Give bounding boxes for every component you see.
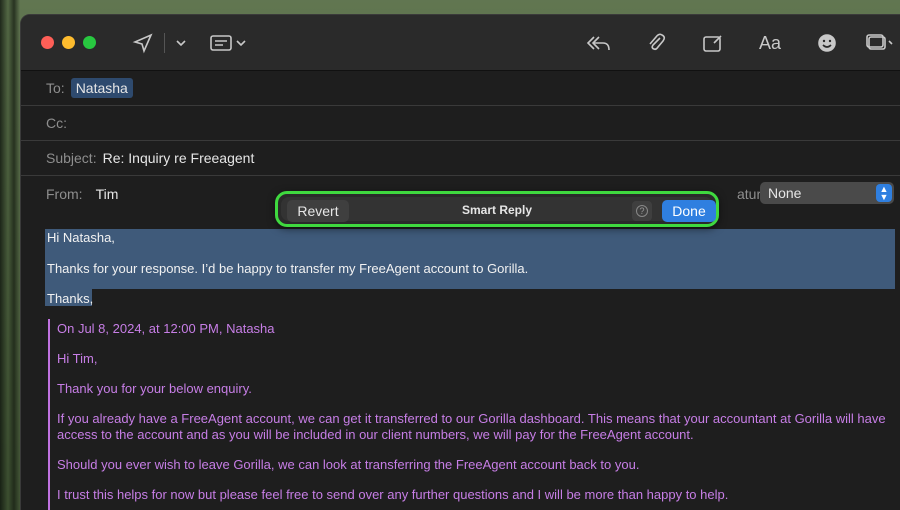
emoji-icon[interactable]: [815, 29, 839, 57]
attachment-icon[interactable]: [643, 29, 669, 57]
close-window-button[interactable]: [41, 36, 54, 49]
smart-reply-panel: Smart Reply Revert ? Done: [281, 197, 716, 222]
markup-icon[interactable]: [699, 29, 727, 57]
photo-browser-icon[interactable]: [863, 29, 897, 57]
quote-paragraph: Thank you for your below enquiry.: [57, 381, 252, 396]
compose-window: Aa To: Natasha Cc: Subject: Re: Inquiry …: [20, 14, 900, 510]
signature-value: None: [768, 185, 802, 201]
quote-bar: [48, 319, 50, 510]
signature-select[interactable]: None ▲ ▼: [760, 182, 894, 204]
subject-field[interactable]: Re: Inquiry re Freeagent: [103, 150, 255, 166]
done-button[interactable]: Done: [662, 200, 716, 222]
toolbar: Aa: [21, 15, 900, 71]
reply-closing: Thanks,: [47, 291, 94, 306]
reply-line: Thanks for your response. I’d be happy t…: [47, 261, 529, 276]
recipient-token[interactable]: Natasha: [70, 78, 133, 98]
from-selector[interactable]: Tim: [96, 186, 119, 202]
send-icon[interactable]: [129, 29, 157, 57]
minimize-window-button[interactable]: [62, 36, 75, 49]
message-body[interactable]: Hi Natasha, Thanks for your response. I’…: [21, 227, 900, 510]
cc-label: Cc:: [46, 115, 67, 131]
format-icon[interactable]: Aa: [755, 29, 785, 57]
selection-highlight: [45, 229, 895, 289]
to-label: To:: [46, 80, 65, 96]
revert-button[interactable]: Revert: [287, 200, 349, 222]
header-fields-icon[interactable]: [207, 29, 251, 57]
help-button[interactable]: ?: [632, 201, 652, 221]
zoom-window-button[interactable]: [83, 36, 96, 49]
subject-label: Subject:: [46, 150, 97, 166]
subject-row[interactable]: Subject: Re: Inquiry re Freeagent: [21, 141, 900, 176]
quote-paragraph: Should you ever wish to leave Gorilla, w…: [57, 457, 640, 472]
cc-row[interactable]: Cc:: [21, 106, 900, 141]
chevron-down-icon[interactable]: [171, 29, 191, 57]
smart-reply-bar: Smart Reply Revert ? Done: [275, 191, 719, 227]
reply-greeting: Hi Natasha,: [47, 230, 115, 245]
quote-paragraph: I trust this helps for now but please fe…: [57, 487, 729, 502]
toolbar-separator: [164, 33, 165, 53]
reply-icon[interactable]: [583, 29, 613, 57]
to-row: To: Natasha: [21, 71, 900, 106]
from-label: From:: [46, 185, 83, 202]
quote-attribution: On Jul 8, 2024, at 12:00 PM, Natasha: [57, 321, 275, 336]
select-arrows-icon: ▲ ▼: [876, 184, 892, 202]
quote-greeting: Hi Tim,: [57, 351, 98, 366]
help-icon: ?: [636, 205, 648, 217]
quote-paragraph: If you already have a FreeAgent account,…: [57, 411, 886, 442]
